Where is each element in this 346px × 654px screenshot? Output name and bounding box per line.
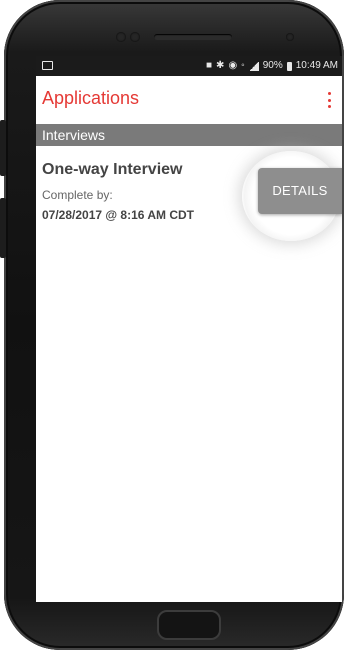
status-bar: ■ ✱ ◉ ◦ 90% 10:49 AM <box>36 56 342 76</box>
status-icons: ■ ✱ ◉ ◦ 90% 10:49 AM <box>206 56 338 76</box>
wifi-icon: ◦ <box>241 60 245 71</box>
clock-icon: ◉ <box>228 60 238 71</box>
sensor-dot <box>130 32 140 42</box>
status-time: 10:49 AM <box>295 60 338 71</box>
home-button[interactable] <box>157 610 221 640</box>
sensor-dot <box>116 32 126 42</box>
menu-dot <box>327 98 331 102</box>
interview-title: One-way Interview <box>42 161 183 178</box>
app-bar: Applications <box>36 76 342 124</box>
device-stage: ■ ✱ ◉ ◦ 90% 10:49 AM Applications Interv… <box>0 0 346 654</box>
front-camera <box>286 33 294 41</box>
image-icon <box>42 61 53 70</box>
due-date: 07/28/2017 @ 8:16 AM CDT <box>42 208 194 222</box>
bluetooth-icon: ✱ <box>216 60 225 71</box>
speaker-grille <box>154 34 232 40</box>
more-vert-icon[interactable] <box>326 92 332 108</box>
details-button[interactable]: DETAILS <box>258 168 342 214</box>
section-header-interviews: Interviews <box>36 124 342 146</box>
menu-dot <box>327 92 331 95</box>
volume-button[interactable] <box>0 120 6 176</box>
alarm-icon: ■ <box>206 60 213 71</box>
power-button[interactable] <box>0 198 6 258</box>
signal-icon <box>248 61 259 71</box>
complete-by-label: Complete by: <box>42 188 113 202</box>
menu-dot <box>327 105 331 108</box>
page-title: Applications <box>42 88 140 108</box>
phone-screen: ■ ✱ ◉ ◦ 90% 10:49 AM Applications Interv… <box>36 56 342 602</box>
battery-percent: 90% <box>262 60 283 71</box>
battery-icon <box>286 61 292 71</box>
phone-frame: ■ ✱ ◉ ◦ 90% 10:49 AM Applications Interv… <box>4 0 344 650</box>
